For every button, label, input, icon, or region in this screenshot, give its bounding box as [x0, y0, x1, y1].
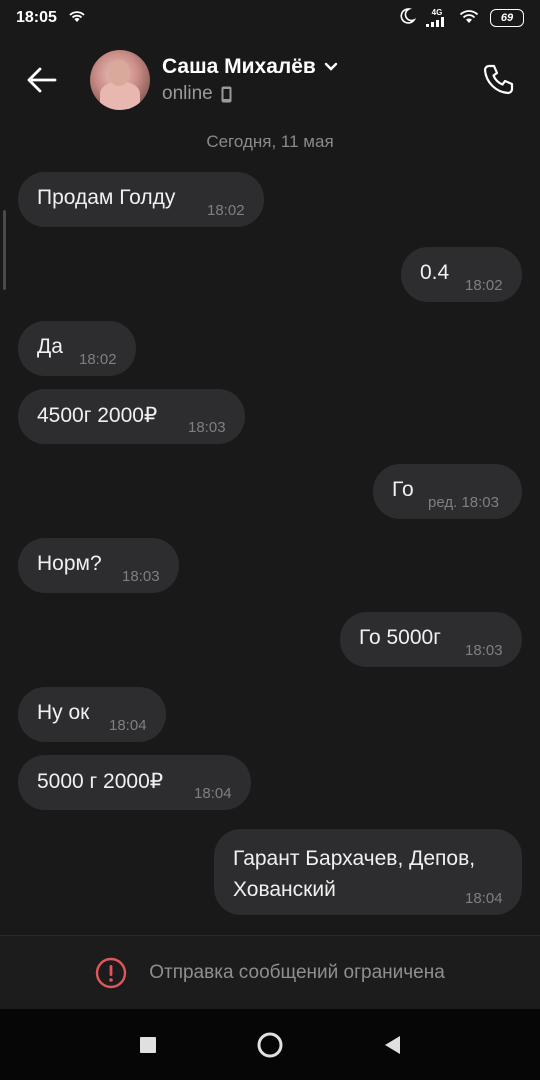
message-time: ред. 18:03 — [428, 494, 499, 511]
message-bubble[interactable]: Продам Голду 18:02 — [18, 172, 264, 227]
chevron-down-icon — [324, 62, 338, 71]
scrollbar[interactable] — [3, 210, 6, 290]
mobile-device-icon — [221, 86, 232, 102]
message-bubble[interactable]: 5000 г 2000₽ 18:04 — [18, 755, 251, 810]
contact-info[interactable]: Саша Михалёв online — [162, 55, 338, 105]
message-text: Ну ок — [37, 701, 90, 724]
status-time: 18:05 — [16, 9, 57, 26]
message-bubble[interactable]: Норм? 18:03 — [18, 538, 179, 593]
back-triangle-icon — [385, 1035, 400, 1054]
recents-square-icon — [140, 1036, 156, 1053]
contact-name: Саша Михалёв — [162, 55, 316, 78]
message-bubble[interactable]: 4500г 2000₽ 18:03 — [18, 389, 245, 444]
message-time: 18:03 — [122, 568, 160, 585]
message-time: 18:02 — [465, 277, 503, 294]
wifi-icon — [67, 8, 87, 29]
back-nav-button[interactable] — [372, 1025, 412, 1065]
message-text: Норм? — [37, 552, 102, 575]
message-time: 18:04 — [194, 785, 232, 802]
message-bubble[interactable]: Да 18:02 — [18, 321, 136, 376]
alert-circle-icon — [96, 957, 127, 988]
phone-icon — [483, 64, 514, 95]
avatar[interactable] — [90, 50, 150, 110]
restricted-text: Отправка сообщений ограничена — [149, 961, 445, 983]
date-separator: Сегодня, 11 мая — [206, 132, 334, 151]
status-bar: 18:05 4G 69 — [0, 0, 540, 36]
message-text: Продам Голду — [37, 186, 176, 209]
back-button[interactable] — [22, 60, 62, 100]
message-bubble[interactable]: Го ред. 18:03 — [373, 464, 522, 519]
message-text: Да — [37, 335, 63, 358]
home-button[interactable] — [250, 1025, 290, 1065]
moon-icon — [398, 7, 417, 30]
call-button[interactable] — [478, 60, 518, 100]
message-bubble[interactable]: Гарант Бархачев, Депов, Хованский 18:04 — [214, 829, 522, 915]
wifi-icon — [458, 8, 480, 29]
home-circle-icon — [257, 1032, 283, 1057]
message-bubble[interactable]: 0.4 18:02 — [401, 247, 522, 302]
recents-button[interactable] — [128, 1025, 168, 1065]
message-text: 5000 г 2000₽ — [37, 770, 164, 793]
signal-icon: 4G — [426, 8, 448, 29]
message-time: 18:02 — [79, 351, 117, 368]
message-text: Го — [392, 478, 414, 501]
message-bubble[interactable]: Ну ок 18:04 — [18, 687, 166, 742]
chat-header: Саша Михалёв online — [0, 36, 540, 124]
battery-icon: 69 — [490, 9, 524, 27]
message-time: 18:04 — [109, 717, 147, 734]
message-time: 18:03 — [188, 419, 226, 436]
back-arrow-icon — [27, 67, 57, 93]
message-time: 18:03 — [465, 642, 503, 659]
messaging-restricted-banner: Отправка сообщений ограничена — [0, 935, 540, 1009]
message-text: 4500г 2000₽ — [37, 404, 158, 427]
message-text: 0.4 — [420, 261, 450, 284]
system-nav-bar — [0, 1009, 540, 1080]
message-time: 18:04 — [465, 890, 503, 907]
message-text: Го 5000г — [359, 626, 441, 649]
online-status: online — [162, 83, 213, 104]
message-bubble[interactable]: Го 5000г 18:03 — [340, 612, 522, 667]
network-type: 4G — [431, 7, 443, 17]
message-time: 18:02 — [207, 202, 245, 219]
